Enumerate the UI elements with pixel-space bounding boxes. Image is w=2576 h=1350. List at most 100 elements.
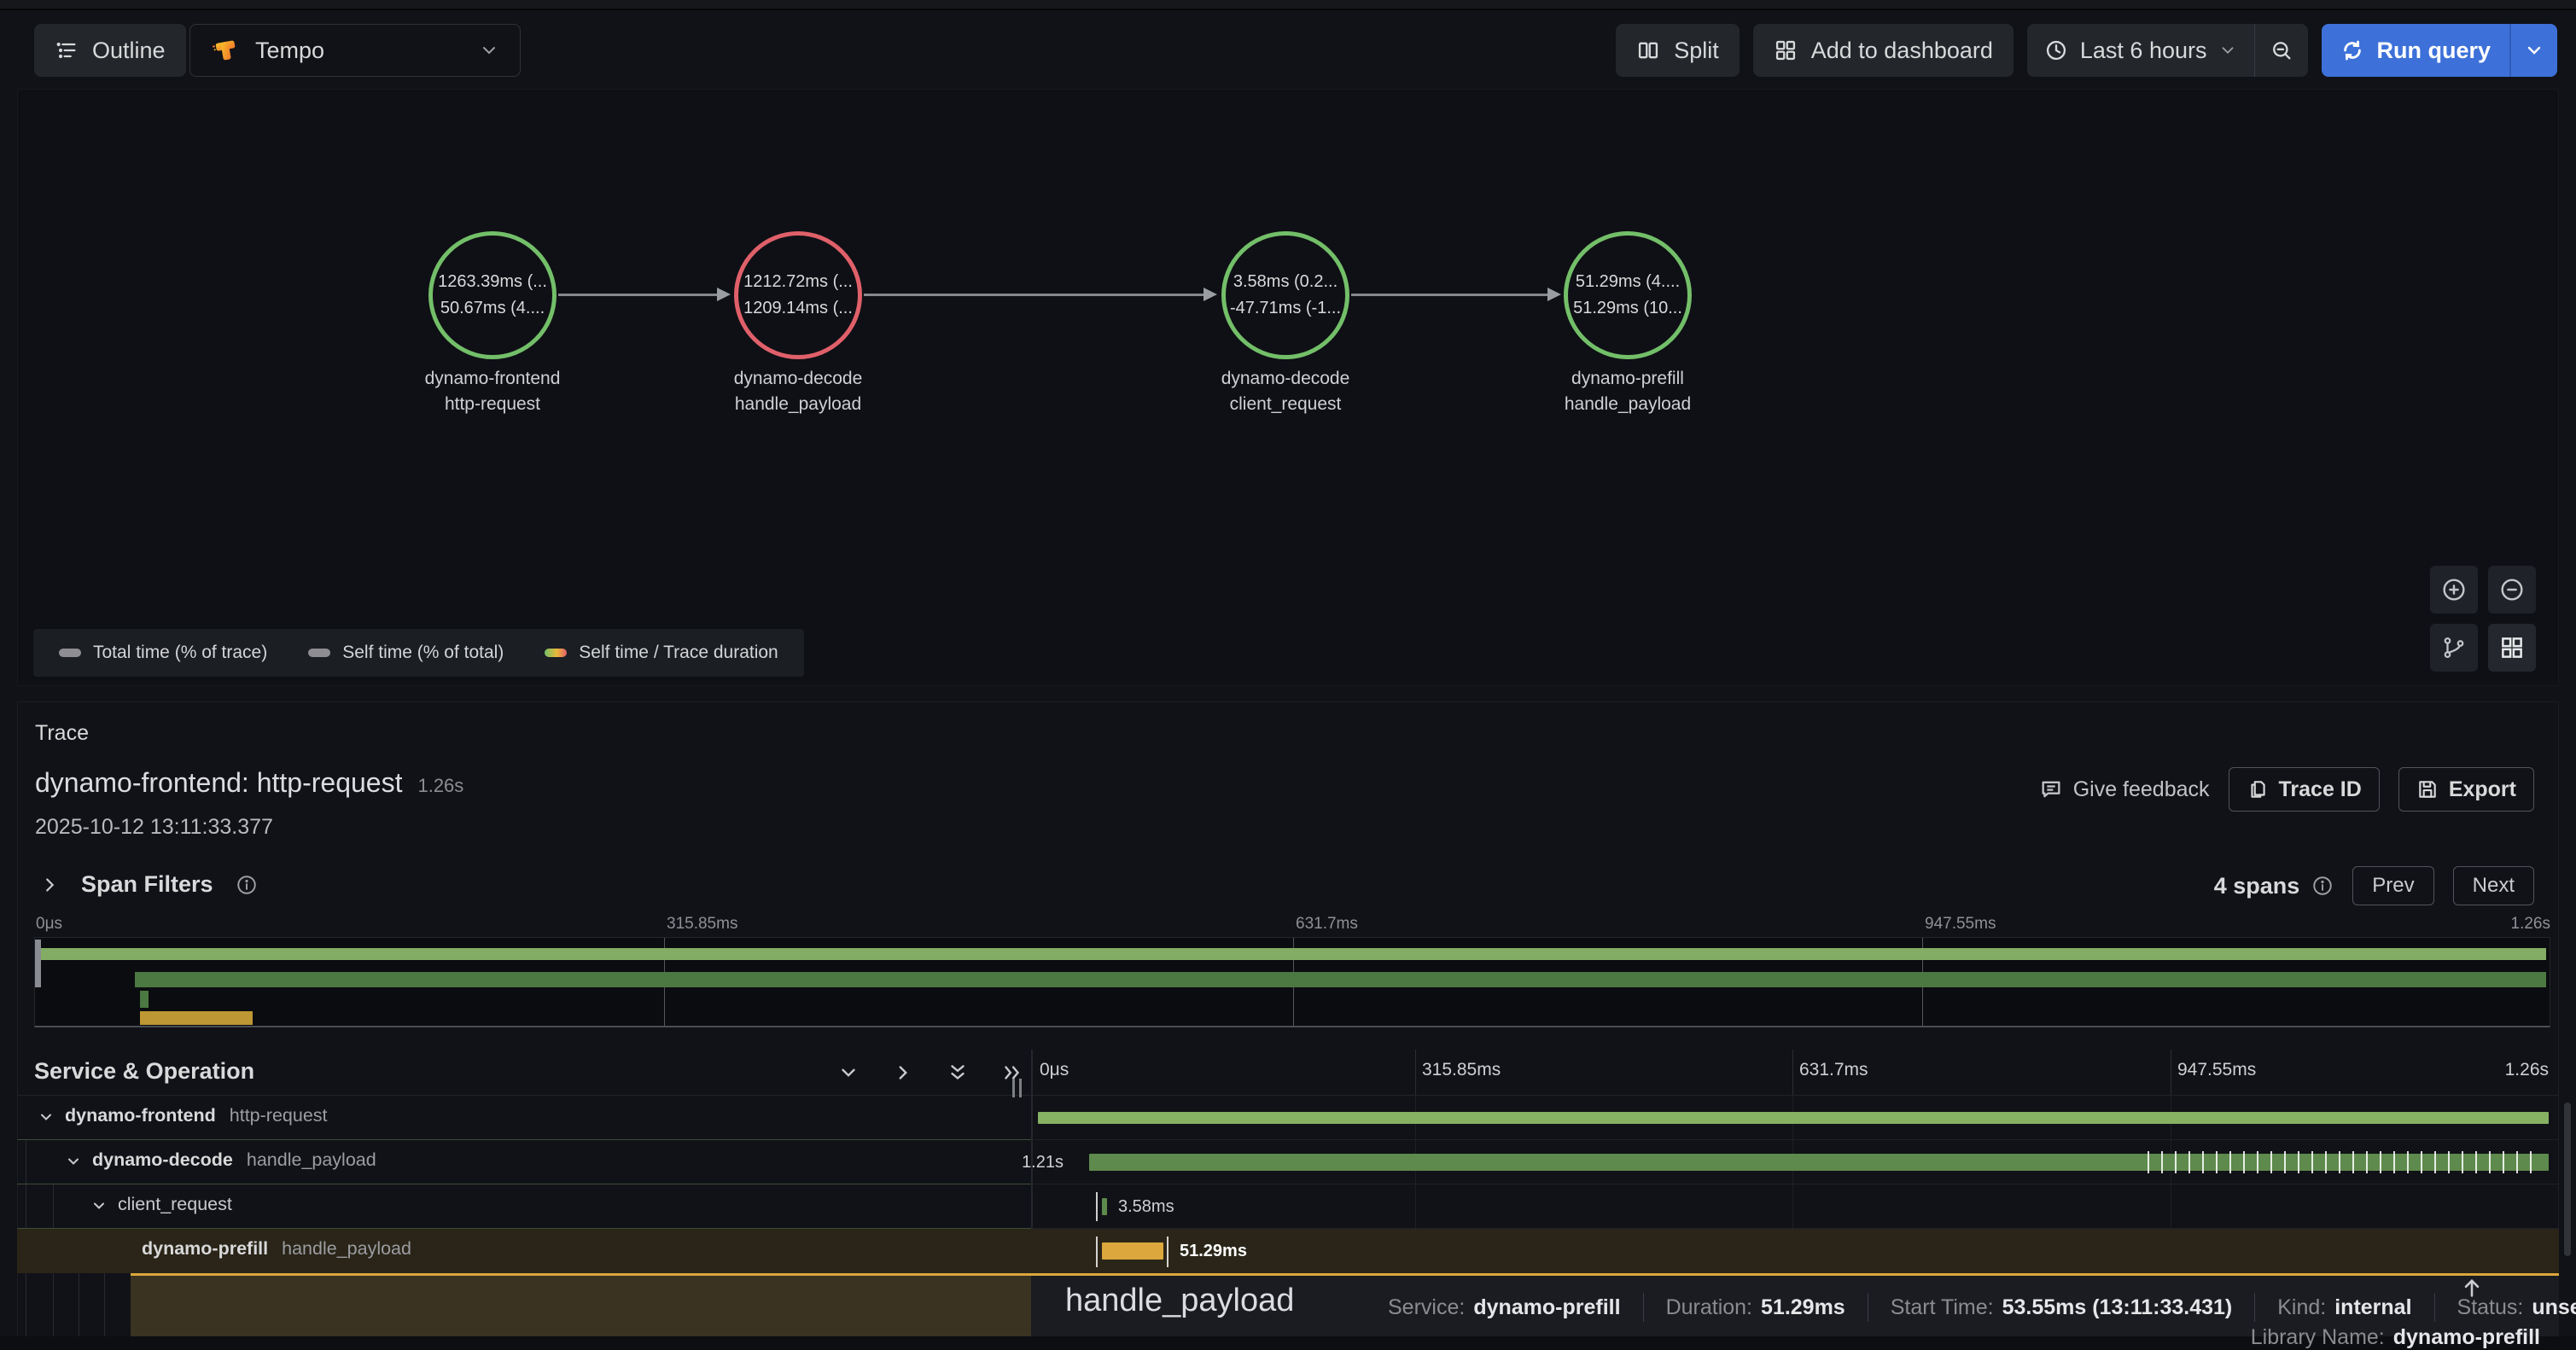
ruler-gridline [1792,1050,1793,1095]
chevron-down-icon [2524,40,2544,61]
span-operation: client_request [118,1194,232,1215]
save-icon [2416,778,2439,800]
ruler-tick: 947.55ms [2177,1060,2256,1080]
edge-frontend-decode [558,294,717,296]
run-query-main[interactable]: Run query [2322,24,2509,77]
export-button[interactable]: Export [2398,767,2534,812]
graph-layout-branch-button[interactable] [2430,624,2478,672]
prev-span-button[interactable]: Prev [2352,866,2433,905]
span-operation: http-request [230,1105,328,1126]
span-service: dynamo-frontend [65,1105,216,1126]
span-row-prefill-selected[interactable]: dynamo-prefill handle_payload 51.29ms [17,1229,2559,1273]
split-label: Split [1674,38,1719,64]
vertical-scrollbar[interactable] [2564,1103,2571,1256]
graph-zoom-out-button[interactable] [2488,566,2536,614]
graph-layout-grid-button[interactable] [2488,624,2536,672]
tick-label: 631.7ms [1296,915,1358,934]
zoom-out-icon [2270,38,2293,62]
node-dynamo-decode-client-request[interactable]: 3.58ms (0.2... -47.71ms (-1... [1221,231,1349,359]
legend-swatch-gray [308,649,330,657]
collapse-one-icon[interactable] [832,1058,865,1087]
time-range-label: Last 6 hours [2080,38,2207,64]
next-span-button[interactable]: Next [2453,866,2534,905]
chevron-down-icon[interactable] [90,1197,108,1214]
span-event-ticks [2148,1151,2533,1173]
copy-icon [2247,778,2269,800]
span-operation: handle_payload [282,1238,411,1260]
ruler-tick: 0μs [1040,1060,1069,1080]
field-service: Service:dynamo-prefill [1366,1295,1643,1320]
span-name-cell: dynamo-prefill handle_payload [17,1229,1031,1273]
ruler-tick: 631.7ms [1799,1060,1868,1080]
graph-zoom-in-button[interactable] [2430,566,2478,614]
node-dynamo-decode-handle-payload[interactable]: 1212.72ms (... 1209.14ms (... [734,231,862,359]
node-graph-panel: 1263.39ms (... 50.67ms (4.... dynamo-fro… [17,89,2559,686]
span-operation: handle_payload [247,1149,376,1171]
span-table-header: Service & Operation 0μs 315.85ms 631.7ms… [17,1050,2559,1096]
field-duration: Duration:51.29ms [1644,1295,1868,1320]
node-total-time: 1212.72ms (... [743,272,853,292]
trace-header-actions: Give feedback Trace ID Export [2039,767,2534,812]
node-label: dynamo-frontendhttp-request [339,366,646,417]
node-self-time: -47.71ms (-1... [1230,299,1341,318]
split-button[interactable]: Split [1616,24,1740,77]
span-service: dynamo-prefill [142,1238,268,1260]
window-top-strip [0,0,2576,10]
span-row-http-request[interactable]: dynamo-frontend http-request [17,1096,2559,1140]
node-graph-controls [2430,566,2536,672]
expand-one-icon[interactable] [887,1058,919,1087]
give-feedback-button[interactable]: Give feedback [2039,777,2210,802]
grafana-explore-page: Outline Tempo [0,0,2576,1336]
span-row-client-request[interactable]: client_request 3.58ms [17,1184,2559,1229]
time-picker-group: Last 6 hours [2027,24,2309,77]
chevron-down-icon[interactable] [38,1109,55,1126]
toolbar-right-group: Split Add to dashboard Last 6 hours [1616,24,2557,77]
time-zoom-out-button[interactable] [2254,24,2308,77]
column-resize-handle[interactable] [1012,1079,1022,1097]
split-icon [1636,38,1660,62]
add-to-dashboard-label: Add to dashboard [1811,38,1993,64]
tempo-logo-icon [211,35,242,66]
minimap-drag-handle[interactable] [35,940,41,987]
outline-button[interactable]: Outline [34,24,186,77]
node-dynamo-prefill[interactable]: 51.29ms (4.... 51.29ms (10... [1564,231,1692,359]
scroll-to-top-icon[interactable] [2460,1276,2484,1300]
span-bar[interactable] [1038,1112,2549,1124]
span-row-handle-payload-decode[interactable]: dynamo-decode handle_payload 1.21s [17,1140,2559,1184]
collapse-controls [832,1058,1029,1087]
chevron-down-icon [2218,41,2237,60]
run-query-dropdown[interactable] [2509,24,2557,77]
field-start-time: Start Time:53.55ms (13:11:33.431) [1868,1295,2255,1320]
span-filters-toggle[interactable]: Span Filters [40,871,258,898]
chevron-down-icon[interactable] [65,1153,82,1170]
tick-label: 1.26s [2511,915,2550,934]
span-detail-fields: Service:dynamo-prefill Duration:51.29ms … [1366,1293,2576,1322]
indent-guide [104,1273,105,1336]
run-query-button[interactable]: Run query [2322,24,2557,77]
minimap-span-http-request [38,948,2546,960]
outline-label: Outline [92,38,166,64]
span-duration-label: 51.29ms [1180,1242,1247,1261]
ruler-tick: 1.26s [2505,1060,2549,1080]
collapse-all-icon[interactable] [941,1058,974,1087]
tick-label: 0μs [36,915,62,934]
tick-label: 947.55ms [1925,915,1996,934]
selected-span-expanded-area [131,1276,1031,1336]
node-self-time: 50.67ms (4.... [440,299,545,318]
time-range-button[interactable]: Last 6 hours [2027,24,2255,77]
apps-grid-icon [1774,38,1798,62]
timeline-minimap[interactable] [34,937,2550,1027]
trace-id-button[interactable]: Trace ID [2229,767,2380,812]
field-status: Status:unset [2435,1295,2576,1320]
node-dynamo-frontend[interactable]: 1263.39ms (... 50.67ms (4.... [428,231,557,359]
minimap-tick-labels: 0μs 315.85ms 631.7ms 947.55ms 1.26s [17,915,2559,935]
span-start-marker [1096,1192,1098,1221]
add-to-dashboard-button[interactable]: Add to dashboard [1753,24,2014,77]
span-bar[interactable] [1102,1242,1163,1260]
field-kind: Kind:internal [2255,1295,2433,1320]
span-bar[interactable] [1102,1198,1107,1215]
edge-clientrequest-prefill [1351,294,1547,296]
datasource-picker[interactable]: Tempo [189,24,521,77]
span-end-marker [1167,1237,1169,1267]
comment-icon [2039,777,2063,801]
